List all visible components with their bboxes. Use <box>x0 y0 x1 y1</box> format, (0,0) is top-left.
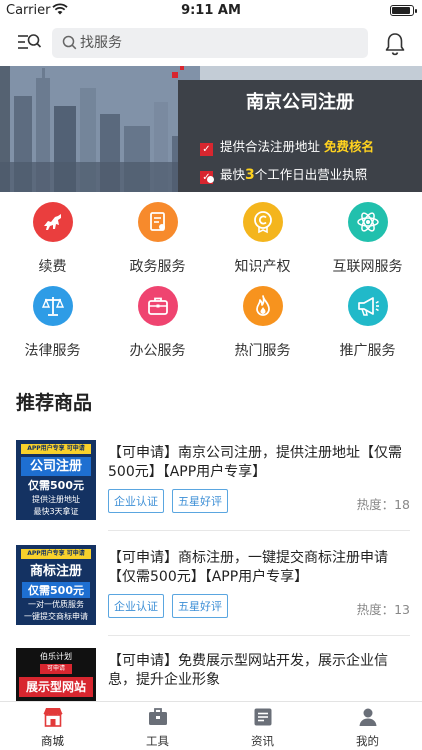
banner-line-1-text: 提供合法注册地址 <box>220 139 321 154</box>
badge-rating: 五星好评 <box>172 594 228 618</box>
bell-icon[interactable] <box>384 32 406 60</box>
product-title[interactable]: 【可申请】免费展示型网站开发，展示企业信息，提升企业形象 <box>108 652 408 690</box>
banner-highlight: 免费核名 <box>324 139 375 154</box>
category-label: 知识产权 <box>234 259 291 275</box>
tab-label: 我的 <box>356 734 379 748</box>
product-badges: 企业认证 五星好评 <box>108 594 236 618</box>
status-bar: Carrier 9:11 AM <box>0 0 422 22</box>
flame-icon <box>242 286 283 326</box>
copyright-icon <box>242 202 283 242</box>
briefcase-icon <box>137 286 178 326</box>
category-label: 办公服务 <box>129 343 186 359</box>
tab-profile[interactable]: 我的 <box>315 706 420 749</box>
product-title[interactable]: 【可申请】南京公司注册，提供注册地址【仅需500元】【APP用户专享】 <box>108 444 408 482</box>
banner-line-1: ✓ 提供合法注册地址 免费核名 <box>200 136 374 156</box>
scales-icon <box>32 286 73 326</box>
category-label: 热门服务 <box>234 343 291 359</box>
banner-line-2-prefix: 最快 <box>220 167 246 182</box>
tab-tools[interactable]: 工具 <box>105 706 210 749</box>
tab-label: 工具 <box>146 734 169 748</box>
product-item[interactable]: APP用户专享 可申请 商标注册 仅需500元 一对一优质服务 一键提交商标申请 … <box>0 545 422 641</box>
product-thumbnail: APP用户专享 可申请 商标注册 仅需500元 一对一优质服务 一键提交商标申请 <box>16 545 96 625</box>
category-promotion[interactable]: 推广服务 <box>315 286 420 360</box>
thumb-title: 公司注册 <box>21 457 91 476</box>
decor-square <box>172 72 178 78</box>
toolbox-icon <box>148 708 167 725</box>
battery-icon <box>390 5 417 16</box>
banner-line-2-number: 3 <box>245 167 255 183</box>
check-icon: ✓ <box>200 143 213 156</box>
promo-banner[interactable]: 南京公司注册 ✓ 提供合法注册地址 免费核名 ✓最快3个工作日出营业执照 <box>0 66 422 192</box>
clock: 9:11 AM <box>181 3 241 18</box>
heat-value: 热度：13 <box>356 602 410 617</box>
banner-line-2-suffix: 个工作日出营业执照 <box>254 167 368 182</box>
category-label: 推广服务 <box>339 343 396 359</box>
category-office[interactable]: 办公服务 <box>105 286 210 360</box>
category-internet[interactable]: 互联网服务 <box>315 202 420 276</box>
category-legal[interactable]: 法律服务 <box>0 286 105 360</box>
thumb-title: 商标注册 <box>21 562 91 581</box>
category-label: 互联网服务 <box>332 259 403 275</box>
tab-store[interactable]: 商城 <box>0 706 105 749</box>
category-renewal[interactable]: 续费 <box>0 202 105 276</box>
section-title: 推荐商品 <box>16 392 93 414</box>
thumb-subtitle: 一对一优质服务 一键提交商标申请 <box>24 600 88 621</box>
banner-line-2: ✓最快3个工作日出营业执照 <box>200 164 367 184</box>
atom-icon <box>347 202 388 242</box>
product-badges: 企业认证 五星好评 <box>108 489 236 513</box>
thumb-price: 仅需500元 <box>28 479 84 492</box>
decor-square <box>180 66 184 70</box>
product-item[interactable]: APP用户专享 可申请 公司注册 仅需500元 提供注册地址 最快3天拿证 【可申… <box>0 440 422 536</box>
divider <box>108 530 410 531</box>
search-input[interactable] <box>80 28 360 58</box>
search-box[interactable] <box>52 28 368 58</box>
megaphone-icon <box>347 286 388 326</box>
thumb-tag-2: 可申请 <box>40 664 72 674</box>
category-label: 政务服务 <box>129 259 186 275</box>
banner-panel: 南京公司注册 ✓ 提供合法注册地址 免费核名 ✓最快3个工作日出营业执照 <box>178 80 422 192</box>
badge-rating: 五星好评 <box>172 489 228 513</box>
thumb-tag: APP用户专享 可申请 <box>21 444 91 454</box>
user-icon <box>359 708 376 726</box>
category-hot[interactable]: 热门服务 <box>210 286 315 360</box>
horse-icon <box>32 202 73 242</box>
tab-label: 资讯 <box>251 734 274 748</box>
store-icon <box>42 708 63 727</box>
carousel-dot-active[interactable] <box>207 176 214 183</box>
menu-search-icon[interactable] <box>16 31 42 53</box>
category-label: 法律服务 <box>24 343 81 359</box>
category-label: 续费 <box>38 259 67 275</box>
product-title[interactable]: 【可申请】商标注册，一键提交商标注册申请【仅需500元】【APP用户专享】 <box>108 549 408 587</box>
badge-certified: 企业认证 <box>108 489 164 513</box>
search-header <box>0 22 422 66</box>
divider <box>108 635 410 636</box>
tab-news[interactable]: 资讯 <box>210 706 315 749</box>
tab-label: 商城 <box>41 734 64 748</box>
product-thumbnail: APP用户专享 可申请 公司注册 仅需500元 提供注册地址 最快3天拿证 <box>16 440 96 520</box>
city-skyline-image <box>0 66 200 192</box>
heat-value: 热度：18 <box>356 497 410 512</box>
badge-certified: 企业认证 <box>108 594 164 618</box>
thumb-subtitle: 提供注册地址 最快3天拿证 <box>32 495 80 516</box>
thumb-tag: 伯乐计划 <box>40 652 72 661</box>
category-ip[interactable]: 知识产权 <box>210 202 315 276</box>
banner-title: 南京公司注册 <box>246 92 354 113</box>
thumb-price: 仅需500元 <box>22 582 90 598</box>
document-icon <box>137 202 178 242</box>
category-government[interactable]: 政务服务 <box>105 202 210 276</box>
thumb-tag: APP用户专享 可申请 <box>21 549 91 559</box>
news-icon <box>254 708 271 726</box>
search-icon <box>62 35 77 54</box>
thumb-title: 展示型网站 <box>19 677 93 697</box>
tab-bar: 商城 工具 资讯 我的 <box>0 701 422 750</box>
